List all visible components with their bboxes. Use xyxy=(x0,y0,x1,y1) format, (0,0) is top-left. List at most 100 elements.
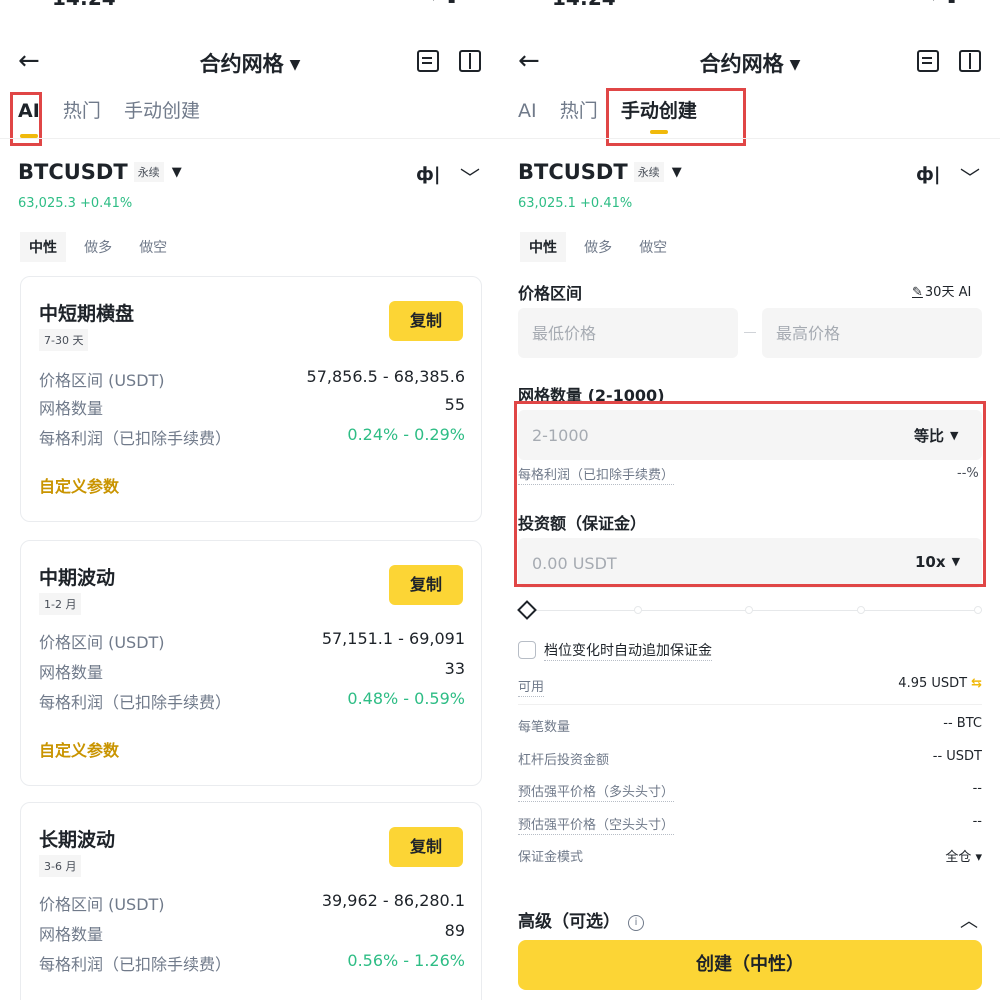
left-screen: 14:24 ···· ▾ ▮ ← 合约网格▼ AI 热门 手动创建 BTCUSD… xyxy=(0,0,500,1000)
row-label: 每格利润（已扣除手续费） xyxy=(39,955,232,974)
investment-slider-thumb[interactable] xyxy=(517,600,537,620)
row-label: 每格利润（已扣除手续费） xyxy=(39,429,232,448)
row-value: 39,962 - 86,280.1 xyxy=(321,891,465,910)
chevron-down-icon[interactable]: ﹀ xyxy=(960,162,980,191)
auto-margin-checkbox[interactable] xyxy=(518,641,536,659)
strategy-card: 中期波动 1-2 月 复制 价格区间 (USDT) 57,151.1 - 69,0… xyxy=(20,540,482,786)
investment-label: 投资额（保证金） xyxy=(518,514,647,533)
strategy-card: 长期波动 3-6 月 复制 价格区间 (USDT) 39,962 - 86,280… xyxy=(20,802,482,1000)
leverage-value: 10x xyxy=(915,553,946,571)
detail-label: 预估强平价格（多头头寸） xyxy=(518,785,675,802)
custom-params-link[interactable]: 自定义参数 xyxy=(39,737,119,761)
guide-book-icon[interactable] xyxy=(459,50,481,72)
grid-count-row: 网格数量 55 xyxy=(39,395,465,419)
row-label: 网格数量 xyxy=(39,925,104,944)
order-history-icon[interactable] xyxy=(417,50,439,72)
row-label: 价格区间 (USDT) xyxy=(39,633,165,652)
detail-row: 预估强平价格（多头头寸） -- xyxy=(518,781,982,802)
divider xyxy=(518,704,982,705)
available-label: 可用 xyxy=(518,680,545,697)
slider-step-50[interactable] xyxy=(745,606,753,614)
strategy-card: 中短期横盘 7-30 天 复制 价格区间 (USDT) 57,856.5 - 68… xyxy=(20,276,482,522)
leverage-select[interactable]: 10x ▼ xyxy=(915,553,960,571)
mode-long[interactable]: 做多 xyxy=(575,232,621,262)
price-range-row: 价格区间 (USDT) 57,151.1 - 69,091 xyxy=(39,629,465,653)
investment-input[interactable] xyxy=(518,538,982,588)
detail-value: -- xyxy=(972,814,982,829)
tab-ai[interactable]: AI xyxy=(18,100,40,138)
min-price-input[interactable] xyxy=(518,308,738,358)
caret-down-icon: ▼ xyxy=(950,429,959,442)
max-price-input[interactable] xyxy=(762,308,982,358)
order-history-icon[interactable] xyxy=(917,50,939,72)
top-bar: ← 合约网格 ▼ xyxy=(500,40,1000,84)
mode-neutral[interactable]: 中性 xyxy=(520,232,566,262)
advanced-toggle[interactable]: 高级（可选） i xyxy=(518,907,644,932)
ai-30day-button[interactable]: ✎ 30天 AI xyxy=(912,281,971,300)
tab-manual[interactable]: 手动创建 xyxy=(124,96,200,123)
row-label: 价格区间 (USDT) xyxy=(39,895,165,914)
investment-slider-track[interactable] xyxy=(526,610,982,611)
ai-30day-label: 30天 AI xyxy=(924,285,972,300)
mode-long[interactable]: 做多 xyxy=(75,232,121,262)
strategy-title: 中期波动 xyxy=(39,567,116,589)
guide-book-icon[interactable] xyxy=(959,50,981,72)
detail-value: -- xyxy=(972,781,982,796)
row-value: 33 xyxy=(444,659,465,678)
slider-step-100[interactable] xyxy=(974,606,982,614)
detail-label: 每笔数量 xyxy=(518,720,571,735)
tab-hot[interactable]: 热门 xyxy=(63,96,101,123)
margin-mode-select[interactable]: 全仓 ▾ xyxy=(945,846,982,865)
chevron-up-icon[interactable]: ︿ xyxy=(960,907,978,933)
candlestick-icon[interactable]: ф| xyxy=(916,164,940,185)
profit-per-grid-label: 每格利润（已扣除手续费） xyxy=(518,468,675,485)
chevron-down-icon[interactable]: ﹀ xyxy=(460,162,480,191)
pair-selector[interactable]: BTCUSDT 永续 ▼ xyxy=(18,160,182,184)
custom-params-link[interactable]: 自定义参数 xyxy=(39,473,119,497)
grid-count-label: 网格数量 (2-1000) xyxy=(518,386,665,405)
tab-hot[interactable]: 热门 xyxy=(560,96,598,123)
transfer-swap-icon[interactable]: ⇆ xyxy=(971,676,982,691)
pair-price-change: 63,025.1 +0.41% xyxy=(518,196,633,211)
candlestick-icon[interactable]: ф| xyxy=(416,164,440,185)
page-title-text: 合约网格 xyxy=(699,52,784,76)
detail-value: -- BTC xyxy=(943,716,982,731)
copy-button[interactable]: 复制 xyxy=(389,827,463,867)
range-dash xyxy=(744,332,756,333)
row-value: 57,151.1 - 69,091 xyxy=(321,629,465,648)
tab-ai[interactable]: AI xyxy=(518,100,537,122)
perpetual-badge: 永续 xyxy=(633,162,664,182)
grid-type-select[interactable]: 等比 ▼ xyxy=(914,425,958,446)
profit-per-grid-value: --% xyxy=(957,466,979,481)
mode-short[interactable]: 做空 xyxy=(130,232,176,262)
slider-step-75[interactable] xyxy=(857,606,865,614)
status-bar: 14:24 ···· ▾ ▮ xyxy=(500,0,1000,10)
tab-bar: AI 热门 手动创建 xyxy=(18,96,218,140)
available-value: 4.95 USDT xyxy=(898,676,968,691)
profit-row: 每格利润（已扣除手续费） 0.24% - 0.29% xyxy=(39,425,465,449)
grid-count-row: 网格数量 89 xyxy=(39,921,465,945)
tab-manual[interactable]: 手动创建 xyxy=(621,96,697,134)
top-bar: ← 合约网格 ▼ xyxy=(0,40,500,84)
status-icons: ···· ▾ ▮ xyxy=(890,0,958,5)
copy-button[interactable]: 复制 xyxy=(389,565,463,605)
create-button[interactable]: 创建（中性） xyxy=(518,940,982,990)
detail-value: -- USDT xyxy=(932,749,982,764)
page-title-text: 合约网格 xyxy=(199,52,284,76)
strategy-title: 长期波动 xyxy=(39,829,116,851)
mode-short[interactable]: 做空 xyxy=(630,232,676,262)
row-label: 网格数量 xyxy=(39,399,104,418)
pair-selector[interactable]: BTCUSDT 永续 ▼ xyxy=(518,160,682,184)
row-value: 0.56% - 1.26% xyxy=(347,951,465,970)
status-time: 14:24 xyxy=(52,0,116,10)
pencil-icon: ✎ xyxy=(912,285,923,300)
auto-margin-label[interactable]: 档位变化时自动追加保证金 xyxy=(544,640,712,661)
copy-button[interactable]: 复制 xyxy=(389,301,463,341)
info-icon[interactable]: i xyxy=(628,915,644,931)
mode-neutral[interactable]: 中性 xyxy=(20,232,66,262)
margin-mode-row[interactable]: 保证金模式 全仓 ▾ xyxy=(518,846,982,866)
row-value: 0.48% - 0.59% xyxy=(347,689,465,708)
grid-count-input[interactable] xyxy=(518,410,982,460)
row-label: 网格数量 xyxy=(39,663,104,682)
slider-step-25[interactable] xyxy=(634,606,642,614)
